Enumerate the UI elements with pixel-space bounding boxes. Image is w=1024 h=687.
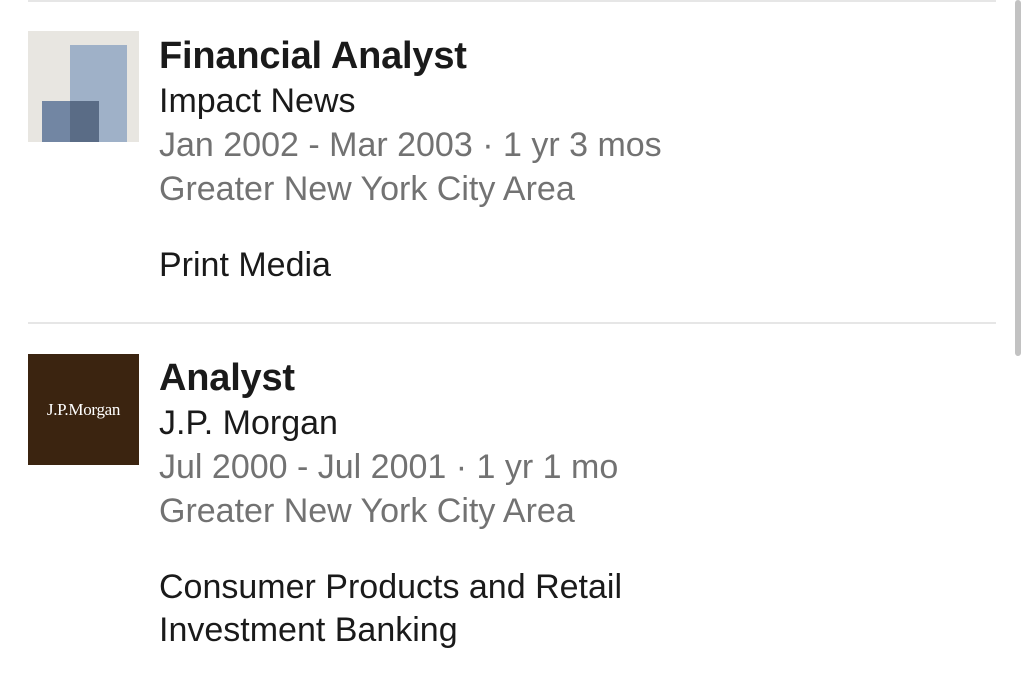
company-placeholder-icon[interactable]: [28, 31, 139, 142]
jpmorgan-logo-text: J.P.Morgan: [46, 399, 121, 419]
scrollbar[interactable]: [1015, 0, 1021, 356]
job-description: Consumer Products and Retail Investment …: [159, 568, 623, 649]
logo-bar-overlap: [70, 101, 99, 142]
experience-item[interactable]: Financial Analyst Impact News Jan 2002 -…: [0, 0, 1000, 320]
job-location: Greater New York City Area: [159, 170, 575, 208]
job-location: Greater New York City Area: [159, 492, 575, 530]
company-name[interactable]: Impact News: [159, 79, 662, 123]
experience-item[interactable]: J.P.Morgan Analyst J.P. Morgan Jul 2000 …: [0, 324, 1000, 687]
job-description: Print Media: [159, 246, 331, 284]
jpmorgan-logo[interactable]: J.P.Morgan: [28, 354, 139, 465]
employment-dates: Jul 2000 - Jul 2001 · 1 yr 1 mo: [159, 448, 619, 486]
experience-details: Analyst J.P. Morgan Jul 2000 - Jul 2001 …: [159, 355, 719, 652]
job-title: Financial Analyst: [159, 35, 467, 77]
employment-dates: Jan 2002 - Mar 2003 · 1 yr 3 mos: [159, 126, 662, 164]
company-name[interactable]: J.P. Morgan: [159, 401, 719, 445]
experience-details: Financial Analyst Impact News Jan 2002 -…: [159, 33, 662, 287]
job-title: Analyst: [159, 357, 295, 399]
